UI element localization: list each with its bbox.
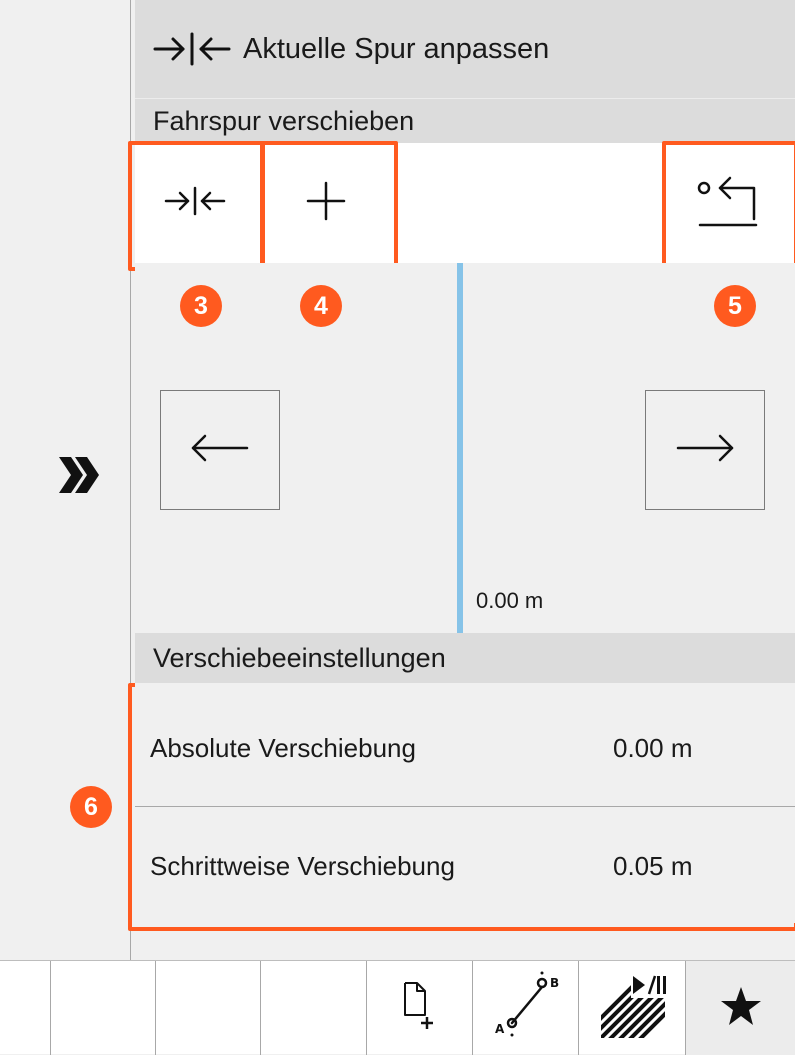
annotation-badge-6: 6	[70, 786, 112, 828]
plus-icon	[306, 181, 346, 226]
new-field-button[interactable]	[366, 961, 473, 1055]
setting-value: 0.00 m	[613, 732, 693, 763]
center-lane-button[interactable]	[135, 143, 255, 263]
lane-shift-toolbar	[135, 143, 795, 263]
annotation-badge-3: 3	[180, 285, 222, 327]
page-title: Aktuelle Spur anpassen	[243, 32, 550, 65]
center-lane-icon	[153, 31, 231, 67]
shift-settings-list: Absolute Verschiebung 0.00 m Schrittweis…	[135, 683, 795, 923]
section-header-shift-settings: Verschiebeeinstellungen	[135, 633, 795, 683]
setting-row-step-shift[interactable]: Schrittweise Verschiebung 0.05 m	[135, 806, 795, 926]
center-lane-icon	[164, 186, 226, 221]
new-field-icon	[403, 981, 437, 1036]
bottom-slot-3[interactable]	[260, 961, 367, 1055]
bottom-toolbar: A B	[0, 960, 795, 1055]
section-control-button[interactable]	[578, 961, 686, 1055]
setting-label: Schrittweise Verschiebung	[150, 850, 455, 881]
setting-label: Absolute Verschiebung	[150, 732, 416, 763]
annotation-badge-4: 4	[300, 285, 342, 327]
shift-right-button[interactable]	[645, 390, 765, 510]
star-icon	[720, 986, 762, 1031]
favorites-button[interactable]	[685, 961, 795, 1055]
add-button[interactable]	[263, 143, 388, 263]
ab-line-icon: A B	[490, 969, 562, 1048]
bottom-slot-1[interactable]	[50, 961, 156, 1055]
svg-text:A: A	[495, 1022, 505, 1036]
reset-return-icon	[696, 175, 760, 232]
setting-value: 0.05 m	[613, 850, 693, 881]
bottom-slot-2[interactable]	[155, 961, 261, 1055]
lane-line	[457, 263, 463, 633]
lane-offset-readout: 0.00 m	[476, 588, 544, 613]
setting-row-absolute-shift[interactable]: Absolute Verschiebung 0.00 m	[135, 688, 795, 808]
arrow-left-icon	[191, 433, 249, 468]
panel-title-bar: Aktuelle Spur anpassen	[135, 0, 795, 98]
section-header-lane-shift: Fahrspur verschieben	[135, 98, 795, 143]
reset-shift-button[interactable]	[665, 143, 790, 263]
arrow-right-icon	[676, 433, 734, 468]
shift-left-button[interactable]	[160, 390, 280, 510]
svg-text:B: B	[550, 976, 559, 990]
ab-line-button[interactable]: A B	[472, 961, 579, 1055]
annotation-badge-5: 5	[714, 285, 756, 327]
double-chevron-right-icon[interactable]	[50, 450, 110, 500]
section-control-play-pause-icon	[597, 970, 669, 1047]
